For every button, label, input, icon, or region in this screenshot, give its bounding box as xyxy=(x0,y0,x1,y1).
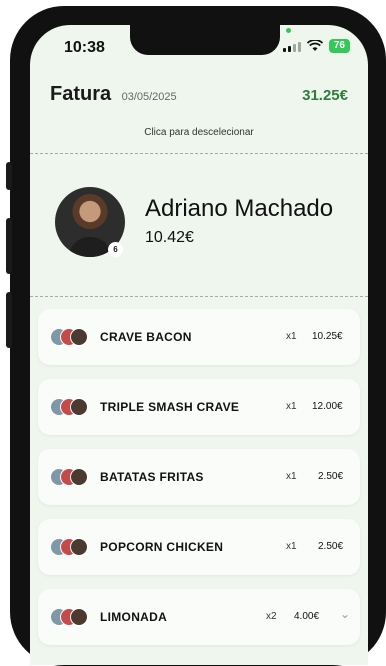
list-item[interactable]: POPCORN CHICKEN x1 2.50€ xyxy=(38,519,360,575)
item-name: TRIPLE SMASH CRAVE xyxy=(100,400,240,414)
item-price: 10.25€ xyxy=(312,331,343,342)
item-quantity: x2 xyxy=(266,611,277,622)
notch xyxy=(130,25,280,55)
list-item[interactable]: TRIPLE SMASH CRAVE x1 12.00€ xyxy=(38,379,360,435)
wifi-icon xyxy=(306,40,323,51)
participant-avatars xyxy=(50,468,96,486)
divider-bottom xyxy=(30,296,368,297)
signal-icon xyxy=(282,41,301,52)
item-name: LIMONADA xyxy=(100,610,168,624)
deselect-hint: Clica para descelecionar xyxy=(144,127,254,138)
list-item[interactable]: CRAVE BACON x1 10.25€ xyxy=(38,309,360,365)
list-item[interactable]: LIMONADA x2 4.00€ ⌄ xyxy=(38,589,360,645)
participant-avatars xyxy=(50,398,96,416)
item-name: BATATAS FRITAS xyxy=(100,470,204,484)
page-title: Fatura xyxy=(50,83,112,105)
item-quantity: x1 xyxy=(286,541,297,552)
item-count-badge: 6 xyxy=(108,242,123,257)
battery-icon: 76 xyxy=(328,39,350,53)
item-name: CRAVE BACON xyxy=(100,330,192,344)
selected-person-card[interactable]: 6 Adriano Machado 10.42€ xyxy=(55,187,355,262)
item-price: 12.00€ xyxy=(312,401,343,412)
item-price: 2.50€ xyxy=(318,541,344,552)
privacy-indicator xyxy=(286,28,291,33)
person-amount: 10.42€ xyxy=(145,229,194,246)
side-button xyxy=(6,162,12,190)
item-quantity: x1 xyxy=(286,331,297,342)
chevron-down-icon[interactable]: ⌄ xyxy=(340,607,350,621)
status-time: 10:38 xyxy=(64,39,105,56)
invoice-header: Fatura 03/05/2025 31.25€ xyxy=(50,83,348,113)
divider-top xyxy=(30,153,368,154)
list-item[interactable]: BATATAS FRITAS x1 2.50€ xyxy=(38,449,360,505)
status-icons: 76 xyxy=(282,39,350,53)
participant-avatars xyxy=(50,608,96,626)
participant-avatars xyxy=(50,538,96,556)
item-price: 4.00€ xyxy=(294,611,320,622)
item-quantity: x1 xyxy=(286,471,297,482)
participant-avatars xyxy=(50,328,96,346)
item-quantity: x1 xyxy=(286,401,297,412)
item-name: POPCORN CHICKEN xyxy=(100,540,224,554)
invoice-date: 03/05/2025 xyxy=(121,91,177,103)
person-name: Adriano Machado xyxy=(145,195,334,222)
volume-up-button xyxy=(6,218,12,274)
item-list: CRAVE BACON x1 10.25€ TRIPLE SMASH CRAVE… xyxy=(38,309,360,659)
app-screen: 10:38 76 Fatura 03/05/2025 31.25€ Clica … xyxy=(30,25,368,665)
invoice-total: 31.25€ xyxy=(302,87,348,104)
item-price: 2.50€ xyxy=(318,471,344,482)
volume-down-button xyxy=(6,292,12,348)
